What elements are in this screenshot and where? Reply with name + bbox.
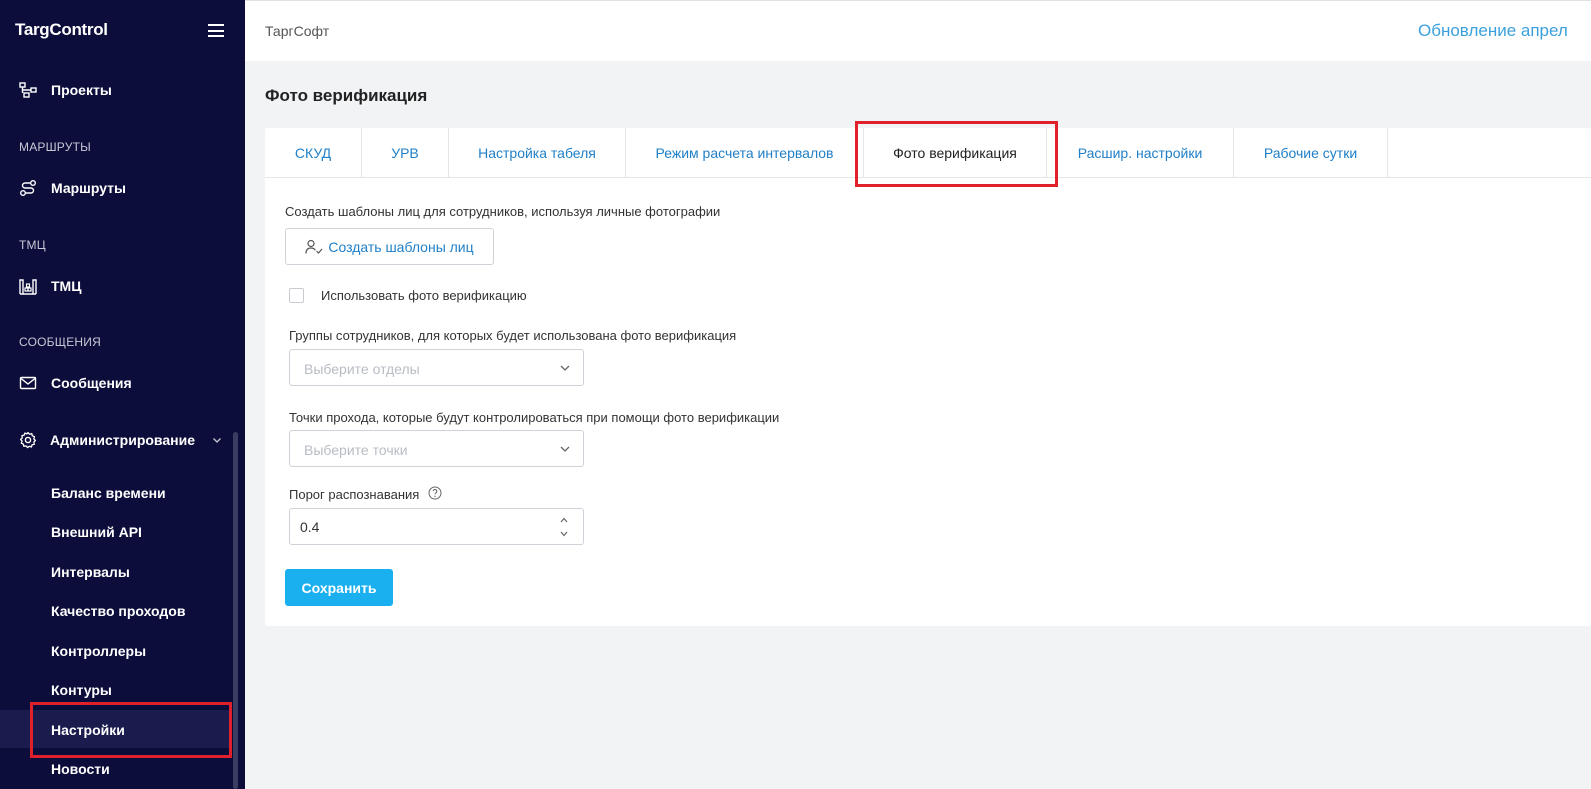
sidebar-subitem-controllers[interactable]: Контроллеры <box>51 643 146 659</box>
app-logo: TargControl <box>15 20 108 39</box>
chevron-down-icon <box>560 365 570 371</box>
tab-timesheet-settings[interactable]: Настройка табеля <box>449 128 626 178</box>
sidebar-subitem-settings[interactable]: Настройки <box>51 722 125 738</box>
decrement-icon[interactable] <box>559 530 569 538</box>
sidebar-subitem-time-balance[interactable]: Баланс времени <box>51 485 166 501</box>
menu-toggle-icon[interactable] <box>208 24 224 37</box>
use-photo-verification-checkbox[interactable] <box>289 288 304 303</box>
departments-placeholder: Выберите отделы <box>304 361 420 377</box>
top-bar: ТаргСофт Обновление апрел <box>245 0 1591 61</box>
sidebar-subitem-intervals[interactable]: Интервалы <box>51 564 130 580</box>
departments-select[interactable]: Выберите отделы <box>289 349 584 386</box>
projects-icon <box>19 82 37 98</box>
tab-bar: СКУД УРВ Настройка табеля Режим расчета … <box>265 128 1591 178</box>
sidebar-item-projects[interactable]: Проекты <box>0 74 245 106</box>
sidebar-scrollbar[interactable] <box>233 432 238 789</box>
recognition-threshold-label: Порог распознавания <box>289 487 420 502</box>
sidebar-item-label: Маршруты <box>51 180 126 196</box>
sidebar-subitem-pass-quality[interactable]: Качество проходов <box>51 603 185 619</box>
chevron-down-icon <box>560 446 570 452</box>
sidebar-item-messages[interactable]: Сообщения <box>0 367 245 399</box>
sidebar-subitem-news[interactable]: Новости <box>51 761 110 777</box>
company-name: ТаргСофт <box>265 23 330 39</box>
help-icon[interactable] <box>428 486 442 500</box>
section-label-inventory: ТМЦ <box>19 238 46 252</box>
recognition-threshold-value: 0.4 <box>300 519 320 535</box>
sidebar-item-label: Проекты <box>51 82 112 98</box>
warehouse-icon <box>19 279 37 295</box>
section-label-routes: МАРШРУТЫ <box>19 140 91 154</box>
update-link[interactable]: Обновление апрел <box>1418 21 1568 41</box>
recognition-threshold-input[interactable]: 0.4 <box>289 508 584 545</box>
sidebar-item-inventory[interactable]: ТМЦ <box>0 270 245 302</box>
employee-groups-label: Группы сотрудников, для которых будет ис… <box>289 328 737 343</box>
route-icon <box>20 180 36 196</box>
access-points-placeholder: Выберите точки <box>304 442 408 458</box>
save-button[interactable]: Сохранить <box>285 569 393 606</box>
chevron-down-icon <box>213 438 221 443</box>
tab-advanced-settings[interactable]: Расшир. настройки <box>1047 128 1234 178</box>
access-points-select[interactable]: Выберите точки <box>289 430 584 467</box>
sidebar-subitem-contours[interactable]: Контуры <box>51 682 112 698</box>
increment-icon[interactable] <box>559 516 569 524</box>
tab-working-day[interactable]: Рабочие сутки <box>1234 128 1388 178</box>
tab-interval-mode[interactable]: Режим расчета интервалов <box>626 128 864 178</box>
gear-icon <box>19 431 37 449</box>
tab-skud[interactable]: СКУД <box>265 128 362 178</box>
sidebar-item-label: Администрирование <box>50 432 195 448</box>
create-face-templates-button[interactable]: Создать шаблоны лиц <box>285 228 494 265</box>
section-label-messages: СООБЩЕНИЯ <box>19 335 101 349</box>
sidebar-item-label: ТМЦ <box>51 278 82 294</box>
create-templates-button-label: Создать шаблоны лиц <box>328 238 474 255</box>
page-title: Фото верификация <box>265 86 428 105</box>
sidebar-item-administration[interactable]: Администрирование <box>0 424 245 456</box>
sidebar: TargControl Проекты МАРШРУТЫ Маршруты ТМ… <box>0 0 245 789</box>
sidebar-subitem-external-api[interactable]: Внешний API <box>51 524 142 540</box>
tab-photo-verification[interactable]: Фото верификация <box>864 128 1047 178</box>
create-templates-description: Создать шаблоны лиц для сотрудников, исп… <box>285 204 721 219</box>
access-points-label: Точки прохода, которые будут контролиров… <box>289 410 780 425</box>
use-photo-verification-label: Использовать фото верификацию <box>321 288 527 303</box>
sidebar-item-routes[interactable]: Маршруты <box>0 172 245 204</box>
tab-urv[interactable]: УРВ <box>362 128 449 178</box>
user-check-icon <box>305 239 323 254</box>
settings-card: СКУД УРВ Настройка табеля Режим расчета … <box>265 128 1591 626</box>
mail-icon <box>19 376 37 390</box>
sidebar-item-label: Сообщения <box>51 375 132 391</box>
